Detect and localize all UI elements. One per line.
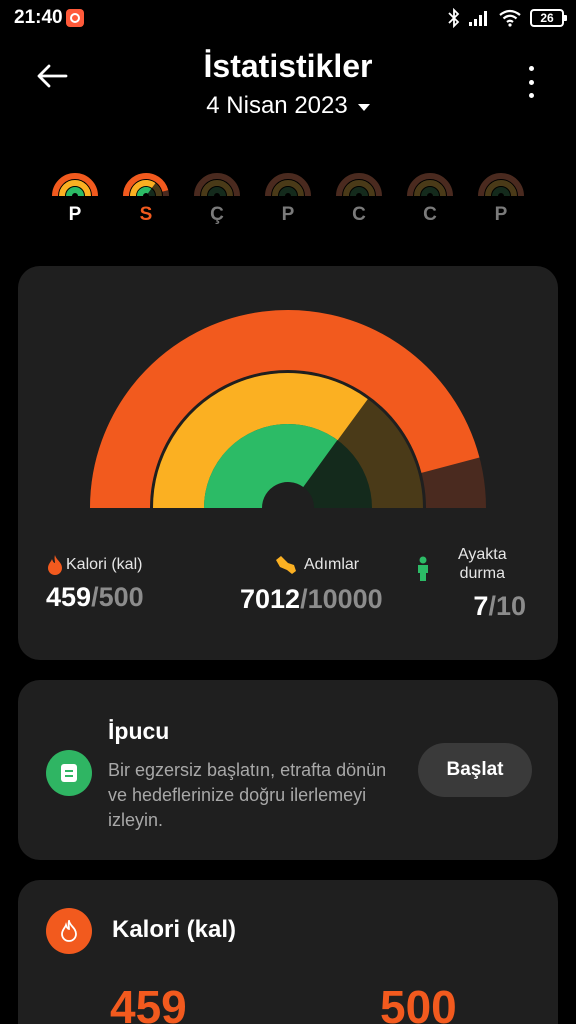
calorie-detail-card[interactable]: Kalori (kal) 459 500	[18, 880, 558, 1024]
bluetooth-icon	[448, 8, 460, 28]
day-item[interactable]: Ç	[192, 168, 242, 236]
day-item[interactable]: P	[476, 168, 526, 236]
date-label: 4 Nisan 2023	[206, 92, 348, 119]
day-letter: P	[68, 204, 82, 225]
calorie-card-value: 459	[110, 981, 187, 1024]
day-item[interactable]: P	[50, 168, 100, 236]
flame-icon	[61, 920, 77, 942]
mini-ring-track	[208, 187, 226, 196]
status-time: 21:40	[14, 7, 63, 28]
activity-rings-mini	[476, 168, 526, 196]
signal-icon	[468, 9, 490, 27]
activity-rings-mini	[405, 168, 455, 196]
tip-text: Bir egzersiz başlatın, etrafta dönün ve …	[108, 760, 387, 830]
day-item[interactable]: S	[121, 168, 171, 236]
caret-down-icon	[357, 104, 370, 111]
day-letter: P	[494, 204, 508, 225]
page-title: İstatistikler	[203, 48, 373, 84]
activity-rings-mini	[334, 168, 384, 196]
calorie-icon	[46, 908, 92, 954]
activity-rings-mini	[121, 168, 171, 196]
status-icons: 26	[448, 6, 567, 30]
wifi-icon	[498, 9, 522, 27]
mini-ring-track	[350, 187, 368, 196]
standing-ring-progress	[204, 424, 338, 508]
activity-rings-gauge	[90, 310, 486, 508]
steps-label: Adımlar	[304, 556, 360, 573]
flame-icon	[48, 555, 62, 575]
standing-value-group: 7/10	[416, 591, 536, 622]
shoe-icon	[276, 556, 296, 574]
calorie-card-goal: 500	[380, 981, 457, 1024]
steps-value: 7012	[240, 584, 301, 614]
standing-label-line1: Ayakta	[458, 546, 507, 563]
standing-stat: Ayakta durma 7/10	[416, 546, 536, 622]
tip-title: İpucu	[108, 718, 170, 744]
activity-rings-mini	[192, 168, 242, 196]
mini-ring-track	[279, 187, 297, 196]
mini-ring-track	[421, 187, 439, 196]
app-header: İstatistikler 4 Nisan 2023	[0, 36, 576, 146]
tip-card: İpucu Bir egzersiz başlatın, etrafta dön…	[18, 680, 558, 860]
mini-ring-progress	[137, 187, 152, 196]
activity-rings-mini	[263, 168, 313, 196]
tip-icon	[46, 750, 92, 796]
calories-goal: /500	[91, 582, 144, 612]
day-letter: Ç	[210, 204, 224, 225]
battery-icon: 26	[530, 9, 567, 27]
notification-app-icon	[66, 9, 84, 27]
calories-stat: Kalori (kal) 459/500	[46, 554, 144, 613]
calories-value-group: 459/500	[46, 582, 144, 613]
steps-stat: Adımlar 7012/10000	[240, 554, 383, 615]
dot	[528, 66, 534, 71]
calories-label: Kalori (kal)	[66, 556, 143, 573]
day-letter: S	[139, 204, 153, 225]
standing-goal: /10	[488, 591, 526, 621]
activity-summary-card[interactable]: Kalori (kal) 459/500 Adımlar 7012/10000 …	[18, 266, 558, 660]
note-icon	[61, 764, 77, 782]
steps-goal: /10000	[300, 584, 383, 614]
calorie-card-title: Kalori (kal)	[112, 916, 237, 943]
more-options-button[interactable]	[516, 66, 546, 98]
dot	[528, 79, 534, 85]
dot	[528, 93, 534, 98]
calories-value: 459	[46, 582, 92, 612]
day-letter: C	[423, 204, 437, 225]
date-selector[interactable]: 4 Nisan 2023	[0, 92, 576, 120]
start-workout-button[interactable]: Başlat	[418, 743, 532, 797]
status-bar: 21:40 26	[0, 0, 576, 36]
activity-rings-mini	[50, 168, 100, 196]
steps-value-group: 7012/10000	[240, 584, 383, 615]
standing-person-icon	[418, 556, 428, 581]
mini-ring-progress	[66, 187, 84, 196]
day-letter: C	[352, 204, 366, 225]
standing-value: 7	[473, 591, 489, 621]
week-day-selector: P S Ç P C C P	[50, 168, 526, 236]
standing-label-line2: durma	[459, 565, 505, 582]
mini-ring-track	[492, 187, 510, 196]
day-item[interactable]: C	[405, 168, 455, 236]
day-letter: P	[281, 204, 295, 225]
day-item[interactable]: C	[334, 168, 384, 236]
day-item[interactable]: P	[263, 168, 313, 236]
